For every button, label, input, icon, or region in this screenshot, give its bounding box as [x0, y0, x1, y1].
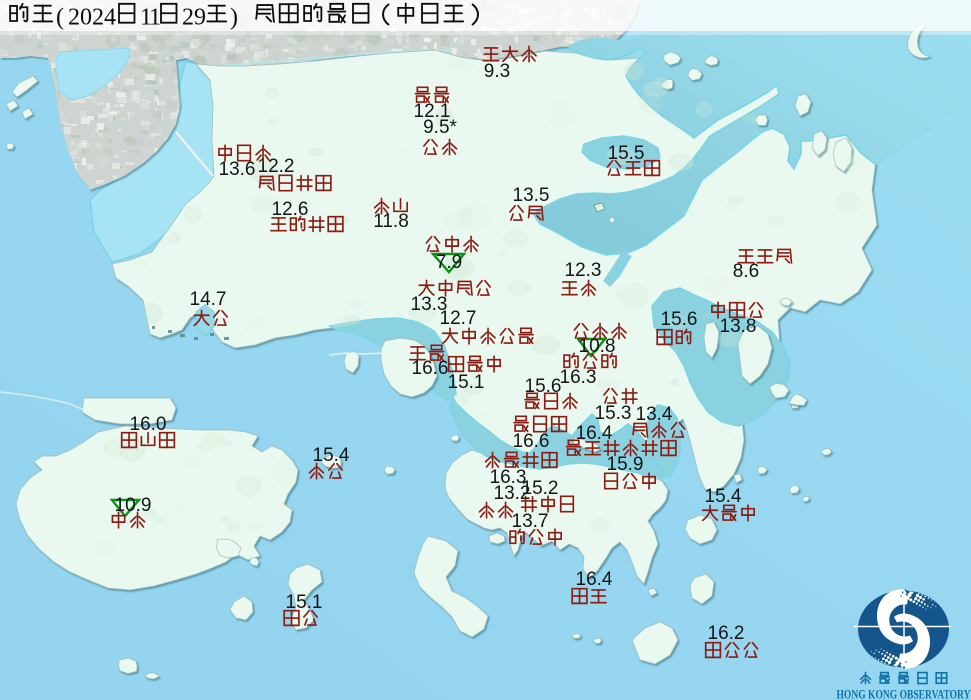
svg-text:4: 4: [104, 5, 116, 31]
svg-text:HONG KONG OBSERVATORY: HONG KONG OBSERVATORY: [837, 688, 971, 700]
svg-text:12.3: 12.3: [565, 260, 602, 281]
svg-text:13.6: 13.6: [219, 159, 256, 180]
svg-text:11.8: 11.8: [373, 211, 409, 232]
svg-text:8.6: 8.6: [733, 261, 759, 282]
svg-text:10.9: 10.9: [115, 495, 152, 516]
svg-text:15.1: 15.1: [286, 592, 323, 613]
svg-text:9: 9: [194, 5, 206, 31]
svg-text:1: 1: [149, 5, 161, 31]
svg-text:13.4: 13.4: [636, 404, 673, 425]
svg-text:9.3: 9.3: [484, 61, 510, 82]
svg-text:13.5: 13.5: [513, 185, 550, 206]
svg-text:2: 2: [92, 5, 104, 31]
svg-text:16.4: 16.4: [576, 569, 613, 590]
svg-text:2: 2: [68, 5, 80, 31]
svg-text:16.6: 16.6: [513, 431, 550, 452]
svg-text:12.7: 12.7: [440, 308, 477, 329]
svg-text:): ): [230, 5, 238, 31]
svg-text:15.4: 15.4: [313, 445, 350, 466]
svg-text:16.3: 16.3: [560, 367, 597, 388]
svg-text:16.2: 16.2: [708, 623, 745, 644]
svg-text:15.3: 15.3: [595, 403, 632, 424]
svg-text:15.6: 15.6: [661, 309, 698, 330]
svg-text:15.1: 15.1: [448, 372, 485, 393]
svg-text:15.9: 15.9: [607, 454, 644, 475]
svg-text:15.4: 15.4: [705, 486, 742, 507]
svg-text:16.0: 16.0: [130, 414, 167, 435]
svg-text:2: 2: [182, 5, 194, 31]
svg-text:13.7: 13.7: [512, 511, 549, 532]
svg-text:13.8: 13.8: [720, 316, 757, 337]
svg-text:(: (: [56, 5, 64, 31]
svg-text:14.7: 14.7: [190, 289, 227, 310]
svg-text:12.6: 12.6: [272, 199, 309, 220]
svg-text:7.9: 7.9: [436, 252, 462, 273]
svg-text:10.8: 10.8: [579, 336, 616, 357]
svg-text:9.5*: 9.5*: [423, 117, 457, 138]
svg-text:0: 0: [80, 5, 92, 31]
